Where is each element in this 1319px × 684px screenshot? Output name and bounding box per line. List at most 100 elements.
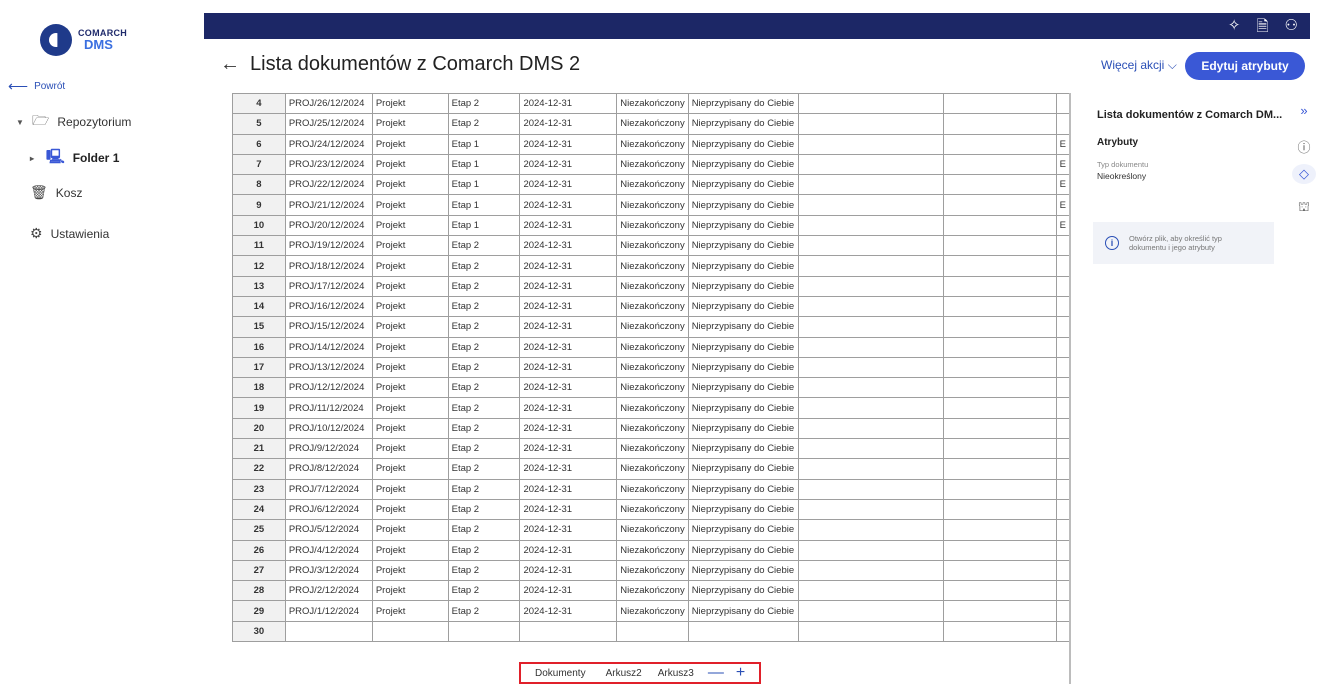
- row-number[interactable]: 12: [232, 255, 286, 277]
- table-cell[interactable]: [797, 255, 945, 277]
- table-row[interactable]: 8 PROJ/22/12/2024 Projekt Etap 1 2024-12-31 N…: [232, 174, 1070, 196]
- table-cell[interactable]: Nieprzypisany do Ciebie: [687, 235, 799, 257]
- table-cell[interactable]: Etap 2: [447, 316, 521, 338]
- table-row[interactable]: 10 PROJ/20/12/2024 Projekt Etap 1 2024-12-31…: [232, 214, 1070, 237]
- table-cell[interactable]: Projekt: [371, 275, 449, 297]
- table-cell[interactable]: Projekt: [371, 478, 449, 500]
- table-cell[interactable]: E: [1055, 174, 1070, 196]
- table-cell[interactable]: [797, 438, 945, 460]
- table-cell[interactable]: Etap 2: [447, 458, 521, 480]
- table-cell[interactable]: [797, 519, 945, 541]
- table-row[interactable]: 13 PROJ/17/12/2024 Projekt Etap 2 2024-12-31…: [232, 275, 1070, 297]
- table-cell[interactable]: PROJ/16/12/2024: [284, 295, 373, 318]
- table-cell[interactable]: Niezakończony: [616, 458, 689, 480]
- table-cell[interactable]: 2024-12-31: [519, 93, 618, 115]
- table-cell[interactable]: [1055, 336, 1070, 358]
- table-cell[interactable]: [1055, 539, 1070, 561]
- table-cell[interactable]: Projekt: [371, 214, 449, 237]
- table-cell[interactable]: [797, 356, 945, 379]
- table-row[interactable]: 29 PROJ/1/12/2024 Projekt Etap 2 2024-12-31 N…: [232, 600, 1070, 622]
- table-cell[interactable]: [943, 519, 1057, 541]
- table-cell[interactable]: Nieprzypisany do Ciebie: [687, 438, 799, 460]
- table-cell[interactable]: Projekt: [371, 559, 449, 582]
- table-cell[interactable]: Niezakończony: [616, 356, 689, 379]
- table-cell[interactable]: [943, 458, 1057, 480]
- table-cell[interactable]: 2024-12-31: [519, 235, 618, 257]
- table-row[interactable]: 20 PROJ/10/12/2024 Projekt Etap 2 2024-12-31…: [232, 417, 1070, 440]
- table-cell[interactable]: [943, 113, 1057, 135]
- sidebar-item-repozytorium[interactable]: ▼ 🗁 Repozytorium: [16, 110, 131, 134]
- table-cell[interactable]: Niezakończony: [616, 93, 689, 115]
- row-number[interactable]: 6: [232, 133, 286, 155]
- back-link[interactable]: ⟵ Powrót: [8, 78, 65, 95]
- table-cell[interactable]: Nieprzypisany do Ciebie: [687, 295, 799, 318]
- table-cell[interactable]: Nieprzypisany do Ciebie: [687, 559, 799, 582]
- table-cell[interactable]: Niezakończony: [616, 498, 689, 521]
- table-cell[interactable]: Nieprzypisany do Ciebie: [687, 113, 799, 135]
- table-cell[interactable]: Projekt: [371, 417, 449, 440]
- table-cell[interactable]: Nieprzypisany do Ciebie: [687, 539, 799, 561]
- table-cell[interactable]: [943, 498, 1057, 521]
- table-cell[interactable]: Etap 2: [447, 580, 521, 602]
- table-cell[interactable]: [943, 255, 1057, 277]
- table-cell[interactable]: 2024-12-31: [519, 214, 618, 237]
- table-cell[interactable]: [943, 377, 1057, 399]
- table-cell[interactable]: 2024-12-31: [519, 397, 618, 419]
- table-cell[interactable]: [519, 620, 618, 643]
- table-row[interactable]: 12 PROJ/18/12/2024 Projekt Etap 2 2024-12-31…: [232, 255, 1070, 277]
- table-cell[interactable]: Nieprzypisany do Ciebie: [687, 478, 799, 500]
- table-cell[interactable]: [797, 458, 945, 480]
- table-cell[interactable]: Nieprzypisany do Ciebie: [687, 519, 799, 541]
- table-cell[interactable]: E: [1055, 194, 1070, 216]
- table-cell[interactable]: Etap 2: [447, 377, 521, 399]
- table-cell[interactable]: [797, 194, 945, 216]
- table-cell[interactable]: [943, 438, 1057, 460]
- table-cell[interactable]: PROJ/3/12/2024: [284, 559, 373, 582]
- row-number[interactable]: 18: [232, 377, 286, 399]
- table-cell[interactable]: [943, 478, 1057, 500]
- sparkle-icon[interactable]: ✧: [1228, 16, 1241, 41]
- table-cell[interactable]: Nieprzypisany do Ciebie: [687, 275, 799, 297]
- table-cell[interactable]: 2024-12-31: [519, 174, 618, 196]
- table-row[interactable]: 15 PROJ/15/12/2024 Projekt Etap 2 2024-12-31…: [232, 316, 1070, 338]
- table-cell[interactable]: [943, 580, 1057, 602]
- back-arrow-icon[interactable]: ←: [220, 53, 240, 76]
- table-cell[interactable]: Niezakończony: [616, 174, 689, 196]
- table-cell[interactable]: [371, 620, 449, 643]
- table-cell[interactable]: [1055, 600, 1070, 622]
- table-cell[interactable]: [797, 580, 945, 602]
- row-number[interactable]: 29: [232, 600, 286, 622]
- table-row[interactable]: 11 PROJ/19/12/2024 Projekt Etap 2 2024-12-31…: [232, 235, 1070, 257]
- table-cell[interactable]: Etap 1: [447, 153, 521, 176]
- row-number[interactable]: 7: [232, 153, 286, 176]
- table-cell[interactable]: [1055, 417, 1070, 440]
- table-cell[interactable]: Etap 1: [447, 214, 521, 237]
- table-cell[interactable]: [797, 600, 945, 622]
- table-cell[interactable]: [797, 113, 945, 135]
- table-cell[interactable]: Etap 2: [447, 397, 521, 419]
- table-cell[interactable]: [797, 275, 945, 297]
- row-number[interactable]: 26: [232, 539, 286, 561]
- table-cell[interactable]: Etap 1: [447, 174, 521, 196]
- table-cell[interactable]: Nieprzypisany do Ciebie: [687, 194, 799, 216]
- row-number[interactable]: 27: [232, 559, 286, 582]
- table-cell[interactable]: Etap 2: [447, 93, 521, 115]
- table-cell[interactable]: Niezakończony: [616, 235, 689, 257]
- table-cell[interactable]: [943, 235, 1057, 257]
- table-cell[interactable]: [1055, 478, 1070, 500]
- table-cell[interactable]: Niezakończony: [616, 580, 689, 602]
- table-cell[interactable]: [797, 539, 945, 561]
- row-number[interactable]: 21: [232, 438, 286, 460]
- row-number[interactable]: 13: [232, 275, 286, 297]
- comarch-dms-logo[interactable]: COMARCH DMS: [40, 24, 127, 56]
- table-cell[interactable]: [797, 498, 945, 521]
- table-cell[interactable]: Nieprzypisany do Ciebie: [687, 214, 799, 237]
- table-cell[interactable]: PROJ/1/12/2024: [284, 600, 373, 622]
- table-cell[interactable]: PROJ/9/12/2024: [284, 438, 373, 460]
- row-number[interactable]: 30: [232, 620, 286, 643]
- table-cell[interactable]: Niezakończony: [616, 133, 689, 155]
- table-cell[interactable]: Etap 2: [447, 539, 521, 561]
- table-row[interactable]: 17 PROJ/13/12/2024 Projekt Etap 2 2024-12-31…: [232, 356, 1070, 379]
- row-number[interactable]: 11: [232, 235, 286, 257]
- table-cell[interactable]: [284, 620, 373, 643]
